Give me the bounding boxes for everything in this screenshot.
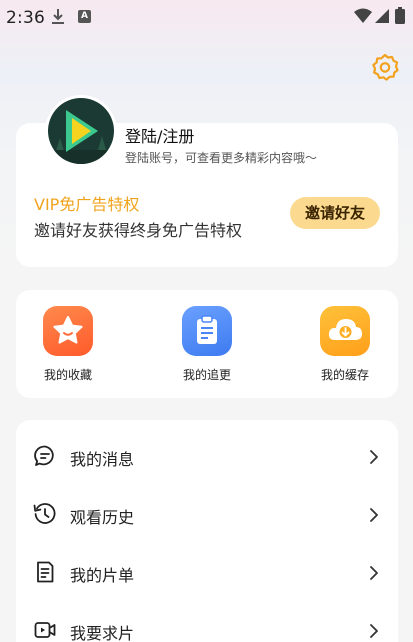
menu-item-watch-history[interactable]: 观看历史 [16, 482, 398, 540]
chevron-right-icon [370, 508, 378, 522]
menu-label-request-video: 我要求片 [70, 624, 135, 642]
my-following-button[interactable]: 我的追更 [172, 306, 242, 383]
status-bar: 2:36 A [0, 0, 413, 34]
menu-label-messages: 我的消息 [70, 450, 135, 469]
battery-icon [395, 7, 405, 24]
chevron-right-icon [370, 450, 378, 464]
chevron-right-icon [370, 566, 378, 580]
invite-friends-button[interactable]: 邀请好友 [290, 197, 380, 229]
my-cache-label: 我的缓存 [320, 368, 369, 382]
login-register-link[interactable]: 登陆/注册 [125, 123, 194, 147]
vip-title: VIP免广告特权 [34, 195, 140, 214]
my-favorites-label: 我的收藏 [43, 368, 92, 382]
menu-label-my-playlists: 我的片单 [70, 566, 135, 585]
history-icon [33, 503, 56, 524]
app-logo-play-icon [48, 98, 114, 164]
signal-icon [375, 9, 389, 23]
avatar[interactable] [45, 95, 117, 167]
wifi-icon [354, 8, 372, 23]
document-list-icon [37, 561, 54, 583]
menu-item-my-playlists[interactable]: 我的片单 [16, 540, 398, 598]
cloud-download-icon [328, 319, 362, 340]
my-cache-button[interactable]: 我的缓存 [310, 306, 380, 383]
menu-item-request-video[interactable]: 我要求片 [16, 598, 398, 642]
menu-label-watch-history: 观看历史 [70, 508, 135, 527]
status-time: 2:36 [6, 8, 45, 28]
star-icon [53, 316, 83, 344]
download-icon [52, 9, 64, 24]
my-following-label: 我的追更 [182, 368, 231, 382]
a-notification-icon: A [78, 10, 91, 23]
message-icon [34, 445, 54, 466]
gear-icon[interactable] [370, 52, 400, 82]
menu-item-messages[interactable]: 我的消息 [16, 424, 398, 482]
clipboard-icon [197, 315, 217, 344]
my-favorites-button[interactable]: 我的收藏 [33, 306, 103, 383]
vip-description: 邀请好友获得终身免广告特权 [34, 221, 243, 240]
chevron-right-icon [370, 624, 378, 638]
login-subtitle: 登陆账号，可查看更多精彩内容哦～ [125, 151, 318, 165]
video-request-icon [34, 622, 56, 638]
